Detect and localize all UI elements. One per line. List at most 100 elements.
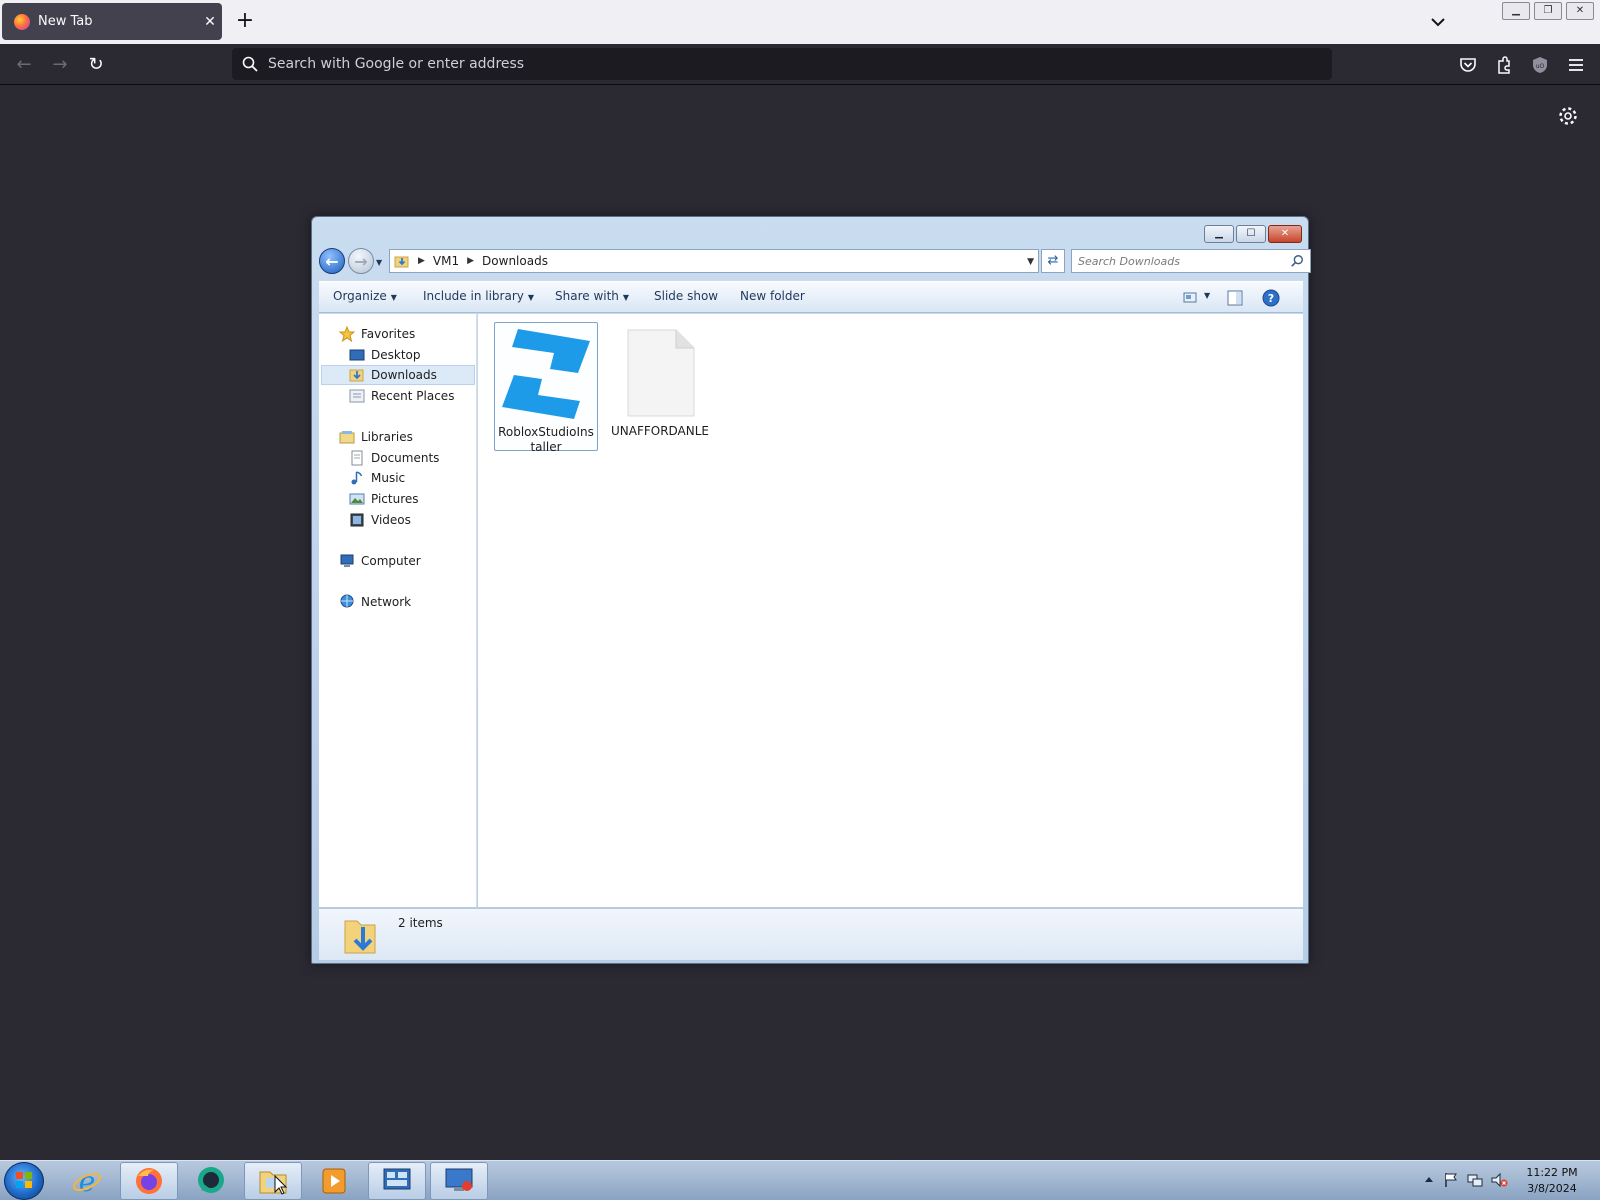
downloads-folder-icon	[344, 920, 376, 954]
search-input[interactable]	[1072, 254, 1290, 268]
nav-favorites-label: Favorites	[361, 327, 416, 341]
chevron-down-icon: ▼	[527, 293, 535, 302]
organize-menu[interactable]: Organize ▼	[333, 289, 397, 303]
taskbar-internet-explorer[interactable]: e	[58, 1162, 116, 1200]
nav-downloads[interactable]: Downloads	[321, 365, 475, 385]
nav-documents-label: Documents	[371, 451, 440, 465]
nav-computer[interactable]: Computer	[339, 551, 421, 571]
file-list-pane: RobloxStudioInstaller UNAFFORDANLE	[478, 314, 1303, 907]
slide-show-button[interactable]: Slide show	[654, 289, 718, 303]
search-icon[interactable]	[1290, 254, 1304, 268]
nav-pictures[interactable]: Pictures	[349, 489, 419, 509]
show-hidden-icons-icon[interactable]	[1420, 1171, 1438, 1189]
browser-tab-strip: New Tab ✕ + ▁ ❐ ✕	[0, 0, 1600, 44]
action-center-flag-icon[interactable]	[1442, 1171, 1460, 1189]
pictures-icon	[349, 493, 365, 505]
recent-pages-dropdown[interactable]: ▼	[376, 258, 386, 267]
help-icon[interactable]: ?	[1261, 288, 1281, 308]
extensions-icon[interactable]	[1492, 53, 1516, 77]
roblox-studio-icon	[502, 329, 590, 419]
taskbar-remote-desktop[interactable]	[430, 1162, 488, 1200]
taskbar-firefox[interactable]	[120, 1162, 178, 1200]
url-bar[interactable]	[232, 48, 1332, 80]
pocket-icon[interactable]	[1456, 53, 1480, 77]
volume-muted-icon[interactable]	[1490, 1171, 1508, 1189]
nav-music[interactable]: Music	[349, 468, 405, 488]
svg-text:e: e	[79, 1165, 96, 1197]
star-icon	[339, 326, 355, 342]
start-button[interactable]	[4, 1162, 44, 1200]
breadcrumb-vm1[interactable]: VM1	[433, 254, 459, 268]
blank-file-icon	[627, 329, 695, 417]
browser-reload-button[interactable]: ↻	[82, 51, 110, 79]
gear-icon[interactable]	[1556, 104, 1580, 128]
taskbar-control-panel[interactable]	[368, 1162, 426, 1200]
downloads-folder-icon	[394, 256, 409, 268]
taskbar-windows-explorer[interactable]	[244, 1162, 302, 1200]
explorer-window: ▁ ☐ ✕ ← → ▼ ▶ VM1 ▶ Downloads ▼ ⇄ Organi…	[311, 216, 1311, 964]
include-in-library-menu[interactable]: Include in library ▼	[423, 289, 534, 303]
browser-restore-button[interactable]: ❐	[1534, 2, 1562, 20]
system-clock[interactable]: 11:22 PM 3/8/2024	[1522, 1165, 1582, 1197]
explorer-maximize-button[interactable]: ☐	[1236, 225, 1266, 243]
desktop-icon	[349, 349, 365, 361]
change-view-icon[interactable]	[1181, 288, 1201, 308]
explorer-close-button[interactable]: ✕	[1268, 225, 1302, 243]
breadcrumb-downloads[interactable]: Downloads	[482, 254, 548, 268]
nav-documents[interactable]: Documents	[349, 448, 439, 468]
nav-libraries[interactable]: Libraries	[339, 427, 413, 447]
windows-logo-icon	[16, 1172, 32, 1188]
search-icon	[232, 56, 268, 72]
explorer-minimize-button[interactable]: ▁	[1204, 225, 1234, 243]
recent-places-icon	[349, 389, 365, 403]
search-downloads-box[interactable]	[1071, 249, 1311, 273]
address-bar[interactable]: ▶ VM1 ▶ Downloads ▼	[389, 249, 1039, 273]
chevron-down-icon: ▼	[390, 293, 397, 302]
browser-back-button[interactable]: ←	[10, 51, 38, 79]
network-icon	[340, 594, 354, 608]
navigation-pane: Favorites Desktop Downloads Recent Place…	[319, 314, 477, 907]
libraries-icon	[339, 431, 355, 444]
nav-recent-places-label: Recent Places	[371, 389, 455, 403]
refresh-button[interactable]: ⇄	[1041, 249, 1065, 273]
browser-forward-button[interactable]: →	[46, 51, 74, 79]
view-options-dropdown-icon[interactable]: ▼	[1204, 291, 1210, 300]
nav-downloads-label: Downloads	[371, 368, 437, 382]
preview-pane-icon[interactable]	[1225, 288, 1245, 308]
documents-icon	[351, 450, 363, 466]
url-input[interactable]	[268, 56, 1332, 72]
address-history-dropdown[interactable]: ▼	[1027, 257, 1034, 267]
hamburger-menu-icon[interactable]	[1564, 53, 1588, 77]
nav-desktop[interactable]: Desktop	[349, 345, 421, 365]
network-status-icon[interactable]	[1466, 1171, 1484, 1189]
explorer-back-button[interactable]: ←	[319, 248, 345, 274]
list-all-tabs-icon[interactable]	[1428, 12, 1448, 32]
ublock-origin-icon[interactable]: uO	[1528, 53, 1552, 77]
nav-recent-places[interactable]: Recent Places	[349, 386, 454, 406]
tab-close-button[interactable]: ✕	[198, 14, 222, 30]
nav-network[interactable]: Network	[339, 592, 411, 612]
clock-time: 11:22 PM	[1526, 1166, 1578, 1179]
firefox-icon	[136, 1168, 162, 1194]
file-item-unaffordanle[interactable]: UNAFFORDANLE	[608, 322, 712, 451]
nav-network-label: Network	[361, 595, 412, 609]
new-tab-button[interactable]: +	[232, 8, 258, 34]
nav-favorites[interactable]: Favorites	[339, 324, 415, 344]
file-item-robloxstudioinstaller[interactable]: RobloxStudioInstaller	[494, 322, 598, 454]
breadcrumb-separator-icon[interactable]: ▶	[418, 256, 425, 266]
address-row: ← → ▼ ▶ VM1 ▶ Downloads ▼ ⇄	[319, 247, 1311, 277]
explorer-forward-button[interactable]: →	[348, 248, 374, 274]
computer-icon	[340, 554, 354, 567]
taskbar-media-player[interactable]	[306, 1162, 364, 1200]
file-name: UNAFFORDANLE	[610, 424, 710, 438]
new-folder-button[interactable]: New folder	[740, 289, 805, 303]
nav-videos[interactable]: Videos	[349, 510, 411, 530]
browser-tab[interactable]: New Tab ✕	[2, 3, 222, 40]
share-with-menu[interactable]: Share with ▼	[555, 289, 629, 303]
browser-close-button[interactable]: ✕	[1566, 2, 1594, 20]
breadcrumb-separator-icon[interactable]: ▶	[467, 256, 474, 266]
taskbar: e 11:22 PM 3/8/2024	[0, 1160, 1600, 1200]
taskbar-chat-app[interactable]	[182, 1162, 240, 1200]
browser-minimize-button[interactable]: ▁	[1502, 2, 1530, 20]
chat-bubble-icon	[198, 1167, 224, 1193]
